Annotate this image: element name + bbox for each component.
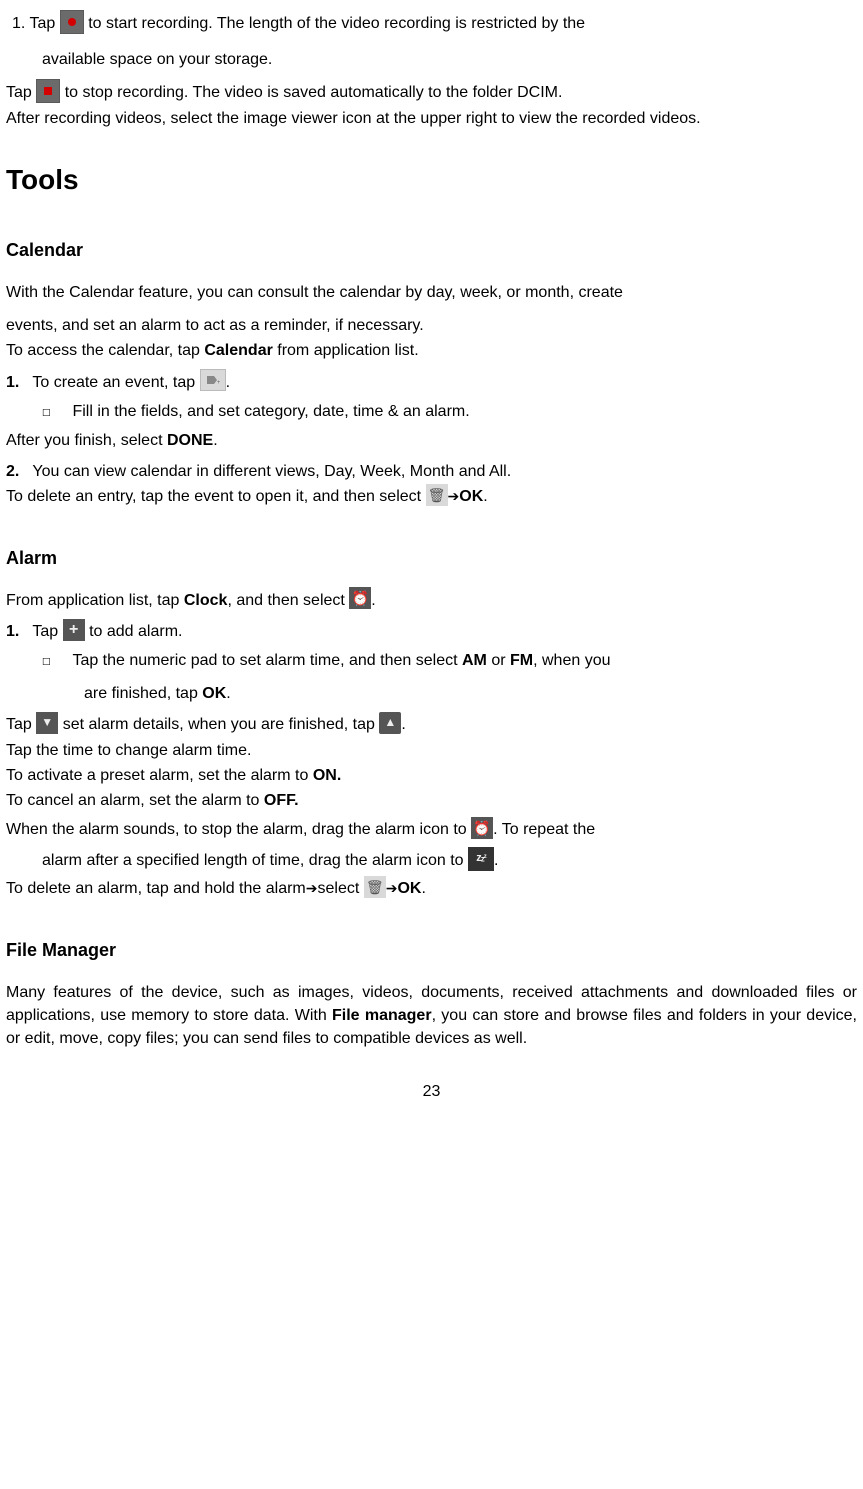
trash-icon: 🗑 [364, 876, 386, 898]
alarm-bullet-pre: Tap the numeric pad to set alarm time, a… [72, 652, 462, 669]
alarm-from-post: . [371, 592, 375, 609]
alarm-sounds-pre: When the alarm sounds, to stop the alarm… [6, 821, 471, 838]
arrow-icon: ➔ [386, 878, 398, 898]
cal-delete: To delete an entry, tap the event to ope… [6, 485, 857, 508]
alarm-cancel: To cancel an alarm, set the alarm to OFF… [6, 789, 857, 812]
filemanager-body: Many features of the device, such as ima… [6, 981, 857, 1051]
calendar-heading: Calendar [6, 237, 857, 263]
alarm-act-on: ON. [313, 767, 341, 784]
alarm-repeat-post: . [494, 853, 498, 870]
cal-access: To access the calendar, tap Calendar fro… [6, 339, 857, 362]
alarm-bullet-post: , when you [533, 652, 610, 669]
alarm-sounds-post: . To repeat the [493, 821, 595, 838]
alarm-bullet-cont: are finished, tap OK. [6, 682, 857, 705]
cal-after-finish: After you finish, select DONE. [6, 429, 857, 452]
rec-stop-line: Tap to stop recording. The video is save… [6, 81, 857, 105]
alarm-del-pre: To delete an alarm, tap and hold the ala… [6, 880, 306, 897]
cal-access-pre: To access the calendar, tap [6, 342, 204, 359]
alarm-from-bold: Clock [184, 592, 228, 609]
alarm-del-sel: select [317, 880, 363, 897]
alarm-delete: To delete an alarm, tap and hold the ala… [6, 877, 857, 900]
cal-del-pre: To delete an entry, tap the event to ope… [6, 488, 426, 505]
alarm-activate: To activate a preset alarm, set the alar… [6, 764, 857, 787]
cal-step2-text: You can view calendar in different views… [32, 463, 511, 480]
alarm-sounds: When the alarm sounds, to stop the alarm… [6, 818, 857, 841]
alarm-step1-post: to add alarm. [89, 623, 182, 640]
alarm-bullet-cont-ok: OK [202, 685, 226, 702]
dismiss-alarm-icon: ⏰ [471, 817, 493, 839]
cal-after-pre: After you finish, select [6, 432, 167, 449]
svg-text:+: + [217, 380, 220, 386]
cal-bullet-fill: ☐ Fill in the fields, and set category, … [6, 400, 857, 423]
alarm-bullet-cont-pre: are finished, tap [84, 685, 202, 702]
chevron-up-icon: ▲ [379, 712, 401, 734]
alarm-bullet-am: AM [462, 652, 487, 669]
cal-intro2: events, and set an alarm to act as a rem… [6, 314, 857, 337]
alarm-details: Tap ▼ set alarm details, when you are fi… [6, 713, 857, 736]
cal-del-post: . [483, 488, 487, 505]
cal-step1: 1. To create an event, tap + . [6, 371, 857, 394]
alarm-from: From application list, tap Clock, and th… [6, 589, 857, 612]
cal-step1-post: . [226, 374, 230, 391]
cal-after-bold: DONE [167, 432, 213, 449]
alarm-del-ok: OK [397, 880, 421, 897]
rec-step1-pre: 1. Tap [12, 15, 60, 32]
rec-step1-post: to start recording. The length of the vi… [88, 15, 585, 32]
new-event-icon: + [200, 369, 226, 391]
filemanager-heading: File Manager [6, 937, 857, 963]
rec-step1-line1: 1. Tap to start recording. The length of… [6, 12, 857, 36]
tools-heading: Tools [6, 160, 857, 201]
snooze-icon: zzz [468, 847, 494, 871]
stop-icon [36, 79, 60, 103]
alarm-det-mid: set alarm details, when you are finished… [63, 716, 380, 733]
cal-after-post: . [213, 432, 217, 449]
alarm-cnl-pre: To cancel an alarm, set the alarm to [6, 792, 264, 809]
rec-step1-cont: available space on your storage. [6, 48, 857, 71]
cal-step2: 2. You can view calendar in different vi… [6, 460, 857, 483]
alarm-from-pre: From application list, tap [6, 592, 184, 609]
alarm-bullet-or: or [487, 652, 510, 669]
alarm-step1-num: 1. [6, 623, 19, 640]
cal-step1-pre: To create an event, tap [32, 374, 199, 391]
cal-intro1: With the Calendar feature, you can consu… [6, 281, 857, 304]
alarm-heading: Alarm [6, 545, 857, 571]
cal-step2-num: 2. [6, 463, 19, 480]
alarm-tap-time: Tap the time to change alarm time. [6, 739, 857, 762]
alarm-from-mid: , and then select [227, 592, 349, 609]
cal-step1-num: 1. [6, 374, 19, 391]
alarm-step1: 1. Tap + to add alarm. [6, 620, 857, 643]
alarm-step1-pre: Tap [32, 623, 62, 640]
arrow-icon: ➔ [448, 486, 460, 506]
page: 1. Tap to start recording. The length of… [0, 0, 863, 1489]
bullet-marker: ☐ [42, 651, 50, 671]
fm-body-bold: File manager [332, 1007, 432, 1024]
chevron-down-icon: ▼ [36, 712, 58, 734]
page-number: 23 [6, 1080, 857, 1103]
alarm-repeat: alarm after a specified length of time, … [6, 849, 857, 873]
cal-del-ok: OK [459, 488, 483, 505]
trash-icon: 🗑 [426, 484, 448, 506]
record-icon [60, 10, 84, 34]
alarm-cnl-off: OFF. [264, 792, 299, 809]
alarm-det-pre: Tap [6, 716, 36, 733]
cal-bullet-fill-text: Fill in the fields, and set category, da… [72, 400, 469, 423]
cal-access-post: from application list. [273, 342, 419, 359]
rec-stop-post: to stop recording. The video is saved au… [65, 84, 563, 101]
alarm-bullet-content: Tap the numeric pad to set alarm time, a… [72, 649, 610, 672]
alarm-act-pre: To activate a preset alarm, set the alar… [6, 767, 313, 784]
alarm-det-post: . [401, 716, 405, 733]
alarm-bullet: ☐ Tap the numeric pad to set alarm time,… [6, 649, 857, 672]
bullet-marker: ☐ [42, 402, 50, 422]
rec-after: After recording videos, select the image… [6, 107, 857, 130]
alarm-bullet-cont-post: . [226, 685, 230, 702]
alarm-bullet-fm: FM [510, 652, 533, 669]
arrow-icon: ➔ [306, 878, 318, 898]
cal-access-bold: Calendar [204, 342, 272, 359]
plus-icon: + [63, 619, 85, 641]
alarm-clock-icon: ⏰ [349, 587, 371, 609]
rec-stop-pre: Tap [6, 84, 36, 101]
alarm-repeat-pre: alarm after a specified length of time, … [42, 853, 468, 870]
alarm-del-post: . [421, 880, 425, 897]
